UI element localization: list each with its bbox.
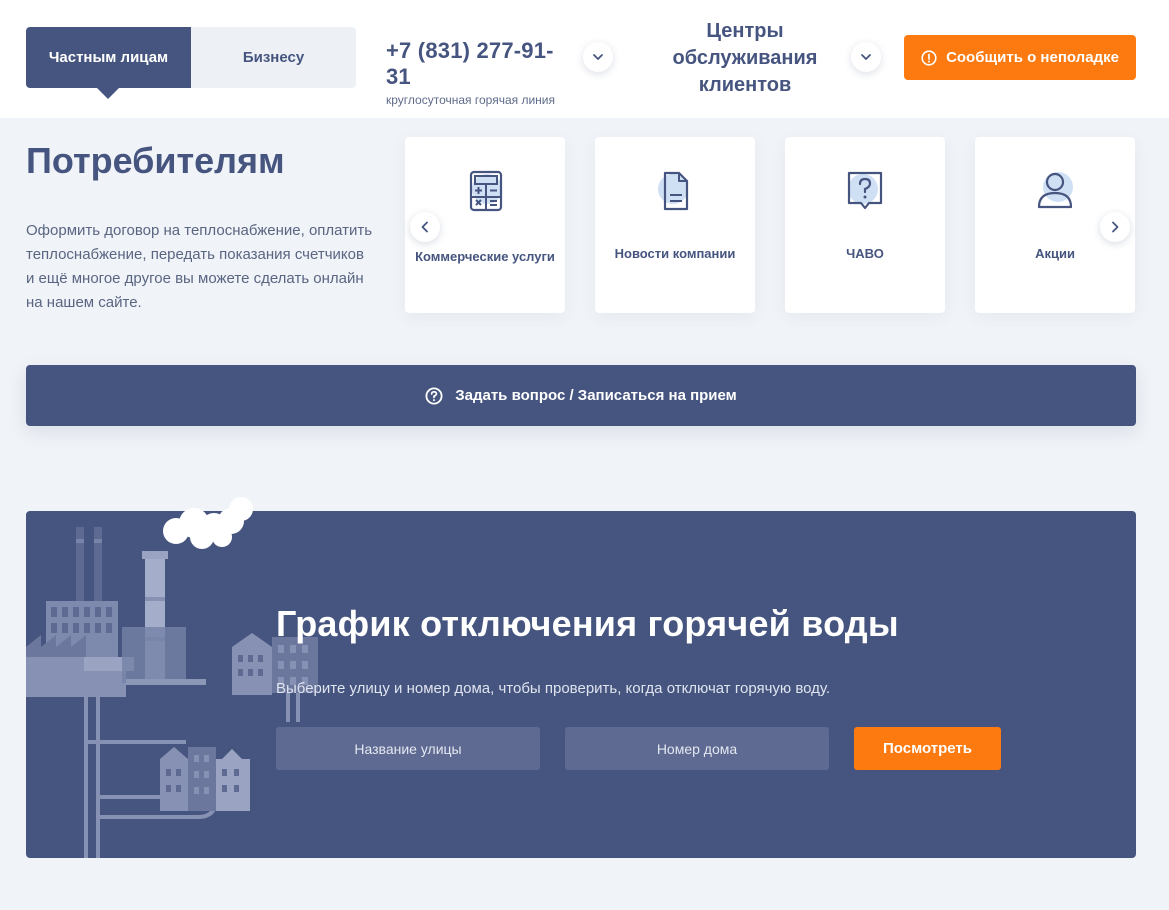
card-label: Акции [1035,246,1075,261]
house-number-input[interactable] [565,727,829,770]
view-schedule-button[interactable]: Посмотреть [854,727,1001,770]
centers-dropdown-button[interactable] [851,42,881,72]
chevron-left-icon [421,221,428,233]
card-faq[interactable]: ЧАВО [785,137,945,313]
alert-circle-icon [921,49,937,66]
card-company-news[interactable]: Новости компании [595,137,755,313]
chevron-right-icon [1112,221,1119,233]
chevron-down-icon [593,54,603,60]
factory-illustration [26,497,318,858]
consumers-description: Оформить договор на теплоснабжение, опла… [26,222,373,311]
tab-private-persons[interactable]: Частным лицам [26,27,191,99]
schedule-title: График отключения горячей воды [276,603,899,644]
calculator-icon [469,170,503,212]
phone-dropdown-button[interactable] [583,42,613,72]
card-label: Новости компании [614,246,736,261]
carousel-prev-button[interactable] [410,212,440,242]
question-icon [847,171,883,210]
street-name-input[interactable] [276,727,540,770]
card-label: Коммерческие услуги [415,249,555,264]
hot-water-schedule-banner: График отключения горячей воды Выберите … [26,497,1136,858]
hotline: +7 (831) 277-91-31 круглосуточная горяча… [386,38,576,107]
help-circle-icon [425,387,443,404]
card-label: ЧАВО [846,246,884,261]
user-icon [1037,172,1073,209]
site-header: Частным лицам Бизнесу +7 (831) 277-91-31… [0,0,1169,118]
report-issue-button[interactable]: Сообщить о неполадке [904,35,1136,80]
ask-question-button[interactable]: Задать вопрос / Записаться на прием [26,365,1136,426]
service-centers-link[interactable]: Центры обслуживания клиентов [660,18,830,99]
page-title: Потребителям [26,140,285,181]
hotline-phone[interactable]: +7 (831) 277-91-31 [386,38,576,90]
chevron-down-icon [861,54,871,60]
schedule-subtitle: Выберите улицу и номер дома, чтобы прове… [276,680,831,697]
carousel-next-button[interactable] [1100,212,1130,242]
tab-business[interactable]: Бизнесу [191,27,356,88]
report-issue-label: Сообщить о неполадке [946,49,1119,66]
document-icon [658,171,689,211]
ask-question-label: Задать вопрос / Записаться на прием [455,387,737,404]
hotline-caption: круглосуточная горячая линия [386,93,555,107]
audience-switch: Частным лицам Бизнесу [26,27,356,99]
